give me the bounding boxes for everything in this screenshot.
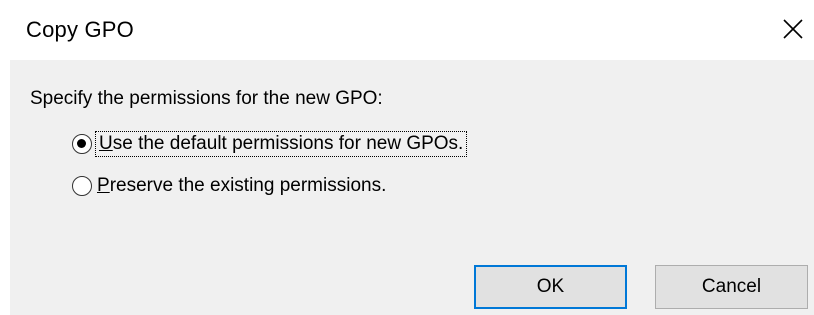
cancel-button[interactable]: Cancel <box>655 265 808 309</box>
close-icon <box>783 19 803 39</box>
label-text: reserve the existing permissions. <box>109 175 387 196</box>
radio-default-permissions[interactable]: Use the default permissions for new GPOs… <box>72 131 468 157</box>
accelerator-key: U <box>99 133 113 154</box>
label-text: se the default permissions for new GPOs. <box>112 133 464 154</box>
radio-dot <box>77 139 86 148</box>
close-button[interactable] <box>772 8 814 48</box>
window-title: Copy GPO <box>26 17 134 42</box>
accelerator-key: P <box>97 175 110 196</box>
copy-gpo-dialog: Copy GPO Specify the permissions for the… <box>0 0 814 315</box>
title-bar: Copy GPO <box>0 0 814 60</box>
dialog-body: Specify the permissions for the new GPO:… <box>10 60 814 315</box>
radio-preserve-permissions[interactable]: Preserve the existing permissions. <box>72 175 386 197</box>
ok-button[interactable]: OK <box>474 265 627 309</box>
radio-button-selected[interactable] <box>72 134 92 154</box>
radio-preserve-permissions-label[interactable]: Preserve the existing permissions. <box>97 175 386 197</box>
radio-default-permissions-label[interactable]: Use the default permissions for new GPOs… <box>94 131 468 157</box>
permissions-prompt: Specify the permissions for the new GPO: <box>30 88 383 109</box>
radio-button-unselected[interactable] <box>72 176 92 196</box>
